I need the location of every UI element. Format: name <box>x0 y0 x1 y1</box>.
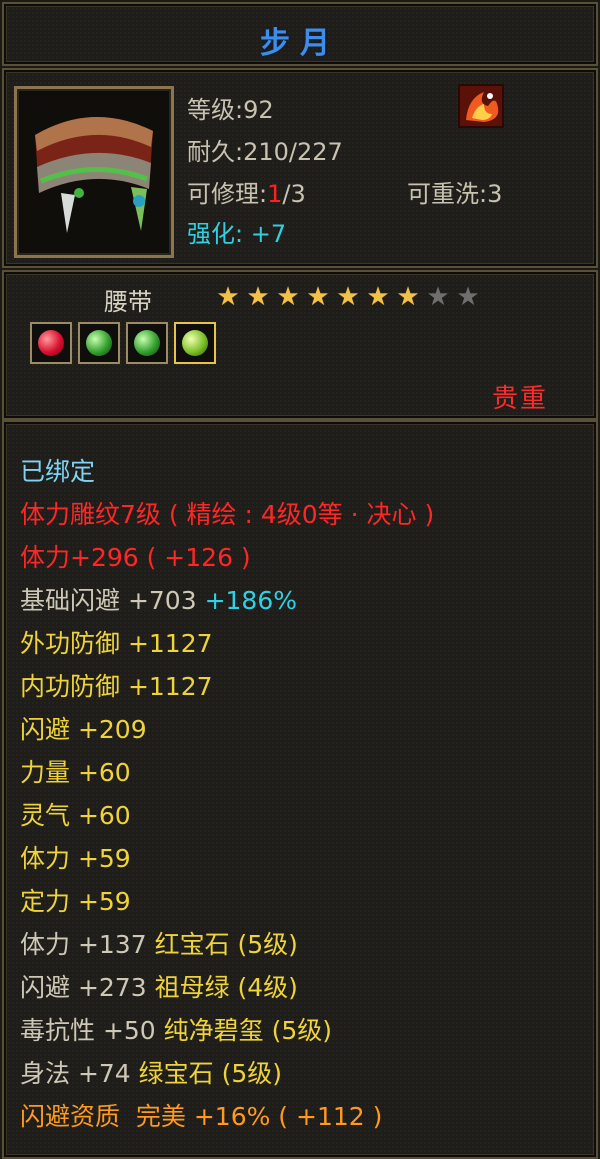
stamina-line: 体力 +59 <box>20 844 131 873</box>
set-bonus-icon[interactable] <box>458 84 504 128</box>
red-gem-icon <box>38 330 64 356</box>
star-filled-icon: ★ <box>396 282 420 312</box>
enhance-line: 强化: +7 <box>187 214 286 249</box>
repair-line: 可修理:1/3 <box>187 174 306 209</box>
lime-gem-icon <box>182 330 208 356</box>
rewash-line: 可重洗:3 <box>407 180 503 208</box>
engrave-line: 体力雕纹7级 ( 精绘 : 4级0等 · 决心 ) <box>20 500 435 529</box>
gem2-name: 祖母绿 (4级) <box>154 973 298 1002</box>
gem3-name: 纯净碧玺 (5级) <box>163 1016 333 1045</box>
green-gem-icon <box>86 330 112 356</box>
dodge-line: 闪避 +209 <box>20 715 147 744</box>
repair-used: 1 <box>267 180 283 208</box>
spirit-line: 灵气 +60 <box>20 801 131 830</box>
repair-label: 可修理: <box>187 180 268 208</box>
enhance-label: 强化: <box>187 220 251 248</box>
strength-line: 力量 +60 <box>20 758 131 787</box>
gem1-name: 红宝石 (5级) <box>154 930 298 959</box>
gem-slot[interactable] <box>126 322 168 364</box>
base-dodge-pct: +186% <box>204 586 297 615</box>
star-filled-icon: ★ <box>216 282 240 312</box>
int-def-line: 内功防御 +1127 <box>20 672 213 701</box>
gem-slot[interactable] <box>174 322 216 364</box>
stamina-main-line: 体力+296 ( +126 ) <box>20 543 251 572</box>
star-filled-icon: ★ <box>276 282 300 312</box>
star-filled-icon: ★ <box>366 282 390 312</box>
green-gem-icon <box>134 330 160 356</box>
focus-line: 定力 +59 <box>20 887 131 916</box>
star-filled-icon: ★ <box>246 282 270 312</box>
title-bar: 步月 <box>2 2 598 66</box>
star-filled-icon: ★ <box>336 282 360 312</box>
gem4-name: 绿宝石 (5级) <box>138 1059 283 1088</box>
enhance-value: +7 <box>250 220 287 248</box>
item-icon-slot[interactable] <box>14 86 174 258</box>
repair-total: /3 <box>282 180 306 208</box>
gem-slot[interactable] <box>30 322 72 364</box>
star-empty-icon: ★ <box>456 282 480 312</box>
gem1-stat: 体力 +137 <box>20 930 147 959</box>
gem4-stat: 身法 +74 <box>20 1059 131 1088</box>
durability-line: 耐久:210/227 <box>187 138 343 166</box>
quality-label: 贵重 <box>492 384 549 414</box>
base-dodge-label: 基础闪避 +703 <box>20 586 197 615</box>
ext-def-line: 外功防御 +1127 <box>20 629 213 658</box>
gem2-stat: 闪避 +273 <box>20 973 147 1002</box>
gem4-line: 身法 +74 绿宝石 (5级) <box>20 1054 282 1090</box>
belt-icon <box>21 97 167 253</box>
aptitude-line: 闪避资质 完美 +16% ( +112 ) <box>20 1102 383 1131</box>
bound-status: 已绑定 <box>20 457 96 486</box>
base-dodge-line: 基础闪避 +703 +186% <box>20 581 297 617</box>
star-filled-icon: ★ <box>306 282 330 312</box>
gem3-line: 毒抗性 +50 纯净碧玺 (5级) <box>20 1011 332 1047</box>
gem2-line: 闪避 +273 祖母绿 (4级) <box>20 968 298 1004</box>
gem-slot[interactable] <box>78 322 120 364</box>
star-empty-icon: ★ <box>426 282 450 312</box>
item-type: 腰带 <box>104 288 152 316</box>
gem-sockets <box>30 322 216 364</box>
gem3-stat: 毒抗性 +50 <box>20 1016 156 1045</box>
item-name: 步月 <box>260 26 340 61</box>
level-line: 等级:92 <box>187 96 274 124</box>
star-rating: ★ ★ ★ ★ ★ ★ ★ ★ ★ <box>214 284 482 310</box>
gem1-line: 体力 +137 红宝石 (5级) <box>20 925 298 961</box>
